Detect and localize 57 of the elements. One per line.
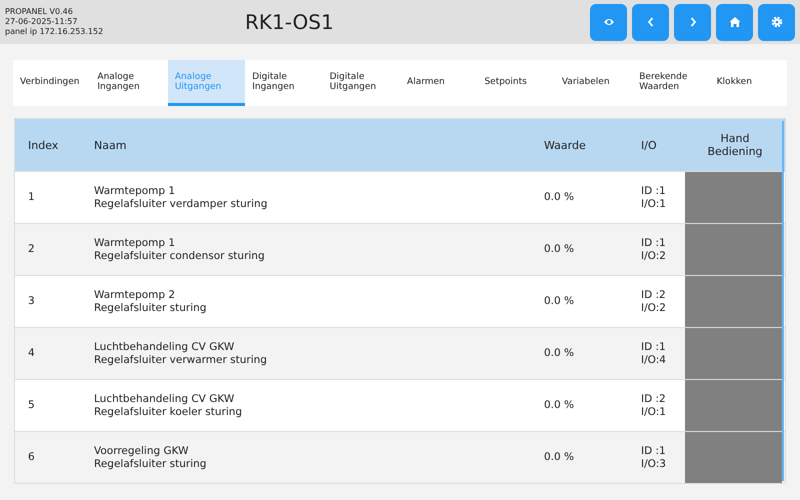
table-cell-text: 2	[27, 243, 36, 256]
column-header: I/O	[640, 138, 658, 152]
chevron-right-button[interactable]	[674, 4, 711, 40]
table-cell-text: 0.0 %	[543, 399, 576, 412]
home-icon	[728, 16, 740, 28]
table-cell-text: 4	[27, 347, 36, 360]
tab[interactable]: Setpoints	[477, 60, 555, 106]
hand-control-cell[interactable]	[685, 328, 782, 379]
table-cell-text: 0.0 %	[543, 347, 576, 360]
tab[interactable]: Analoge Ingangen	[90, 60, 168, 106]
table-cell-text: Voorregeling GKW Regelafsluiter sturing	[93, 444, 208, 470]
scrollbar[interactable]	[782, 121, 784, 481]
tab[interactable]: Berekende Waarden	[632, 60, 710, 106]
tab[interactable]: Variabelen	[554, 60, 632, 106]
table-cell-text: 0.0 %	[543, 243, 576, 256]
table-cell-text: ID :1 I/O:2	[640, 236, 667, 262]
home-button[interactable]	[716, 4, 753, 40]
column-header: Naam	[93, 138, 128, 152]
tab[interactable]: Klokken	[710, 60, 788, 106]
column-header: Index	[27, 138, 60, 152]
chevron-left-button[interactable]	[632, 4, 669, 40]
table-cell-text: Luchtbehandeling CV GKW Regelafsluiter koeler sturing	[93, 392, 244, 418]
panel-title: RK1-OS1	[245, 10, 335, 34]
column-header: Hand Bediening	[706, 132, 764, 158]
table-cell-text: 1	[27, 191, 36, 204]
tab[interactable]: Digitale Uitgangen	[322, 60, 400, 106]
tab[interactable]: Verbindingen	[13, 60, 90, 106]
table-cell-text: ID :1 I/O:4	[640, 340, 667, 366]
table-cell-text: Warmtepomp 1 Regelafsluiter condensor sturing	[93, 236, 266, 262]
table-cell-text: 0.0 %	[543, 295, 576, 308]
hand-control-cell[interactable]	[685, 380, 782, 431]
table-cell-text: 3	[27, 295, 36, 308]
eye-icon	[602, 16, 614, 28]
table-cell-text: ID :1 I/O:3	[640, 444, 667, 470]
panel-info-text: PROPANEL V0.46	[5, 7, 74, 17]
table-cell-text: Warmtepomp 1 Regelafsluiter verdamper sturing	[93, 184, 268, 210]
table-cell-text: ID :1 I/O:1	[640, 184, 667, 210]
table-cell-text: 6	[27, 451, 36, 464]
column-header: Waarde	[543, 138, 587, 152]
table-cell-text: ID :2 I/O:2	[640, 288, 667, 314]
settings-button[interactable]	[758, 4, 795, 40]
tab[interactable]: Alarmen	[400, 60, 478, 106]
table-cell-text: Luchtbehandeling CV GKW Regelafsluiter verwarmer sturing	[93, 340, 268, 366]
table-cell-text: Warmtepomp 2 Regelafsluiter sturing	[93, 288, 208, 314]
hand-control-cell[interactable]	[685, 224, 782, 275]
table-cell-text: ID :2 I/O:1	[640, 392, 667, 418]
tab[interactable]: Digitale Ingangen	[245, 60, 323, 106]
hand-control-cell[interactable]	[685, 432, 782, 483]
table-cell-text: 0.0 %	[543, 191, 576, 204]
panel-info-text: 27-06-2025-11:57	[5, 17, 78, 27]
hand-control-cell[interactable]	[685, 172, 782, 223]
hand-control-cell[interactable]	[685, 276, 782, 327]
settings-icon	[770, 16, 782, 28]
eye-button[interactable]	[590, 4, 627, 40]
table-cell-text: 0.0 %	[543, 451, 576, 464]
table-cell-text: 5	[27, 399, 36, 412]
panel-info-text: panel ip 172.16.253.152	[5, 27, 104, 37]
